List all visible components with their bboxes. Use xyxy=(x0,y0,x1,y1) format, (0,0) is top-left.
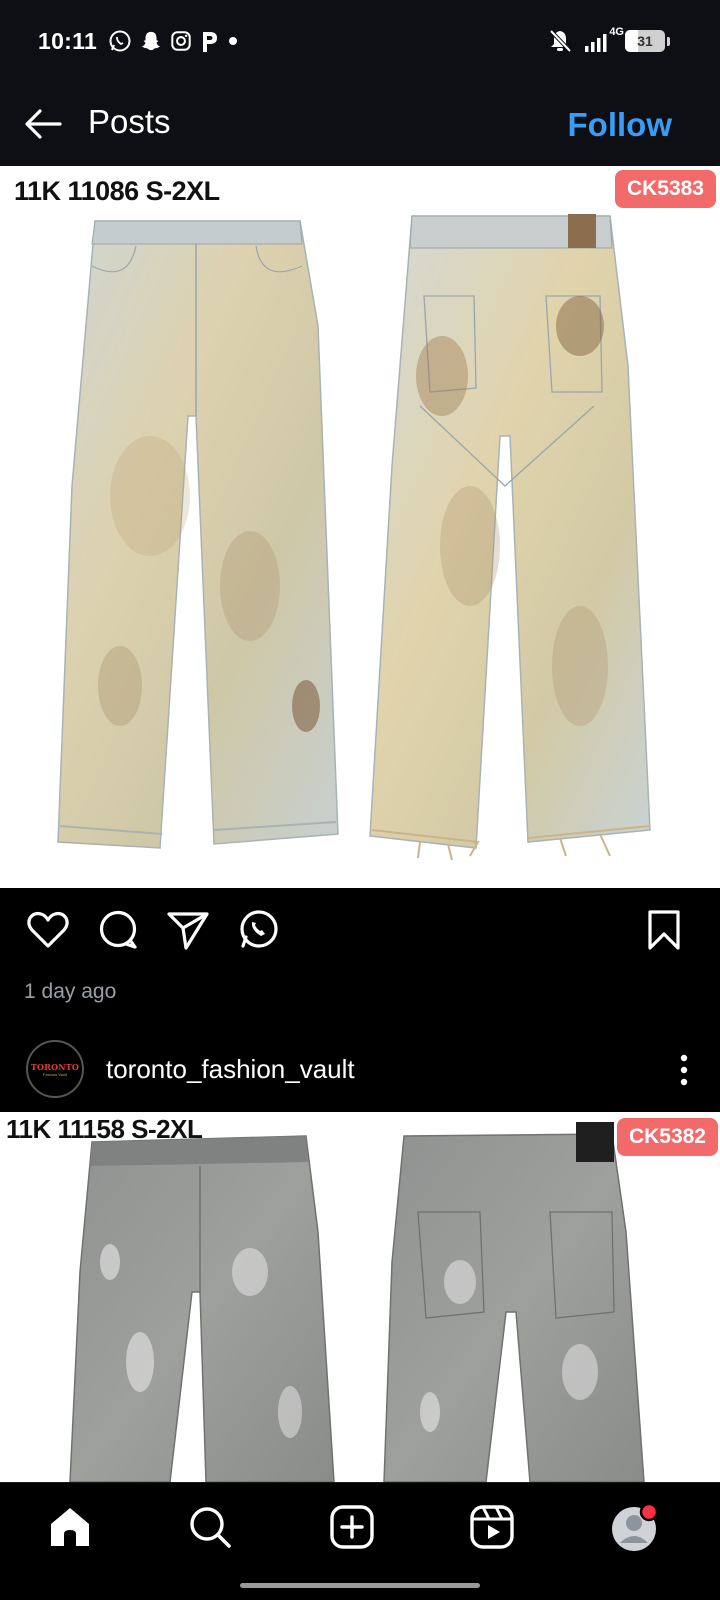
whatsapp-icon[interactable] xyxy=(234,906,282,954)
page-title: Posts xyxy=(88,103,171,140)
jeans-photo-2 xyxy=(69,1122,645,1482)
nav-create[interactable] xyxy=(326,1501,378,1553)
snapchat-icon xyxy=(141,31,161,51)
post-actions xyxy=(0,888,720,970)
bookmark-icon[interactable] xyxy=(640,906,688,954)
home-indicator[interactable] xyxy=(240,1583,480,1588)
more-options-icon[interactable] xyxy=(674,1050,694,1090)
home-icon xyxy=(51,1508,89,1546)
battery-level: 31 xyxy=(637,33,653,49)
network-type: 4G xyxy=(609,26,624,38)
nav-search[interactable] xyxy=(184,1501,236,1553)
whatsapp-icon xyxy=(109,30,131,52)
post-timestamp: 1 day ago xyxy=(24,980,117,1003)
post-caption-code-2: 11K 11158 S-2XL xyxy=(6,1114,203,1144)
nav-reels[interactable] xyxy=(466,1501,518,1553)
share-icon[interactable] xyxy=(164,906,212,954)
status-time: 10:11 xyxy=(38,28,98,54)
post-author-row: TORONTO Fashion Vault toronto_fashion_va… xyxy=(0,1030,720,1110)
post-image-2[interactable]: 11K 11158 S-2XL CK5382 xyxy=(0,1112,720,1482)
profile-icon xyxy=(612,1502,659,1551)
post-image[interactable]: 11K 11086 S-2XL CK5383 xyxy=(0,166,720,888)
comment-icon[interactable] xyxy=(94,906,142,954)
jeans-photo xyxy=(57,214,651,861)
battery-icon: 31 xyxy=(625,30,665,52)
avatar-logo-subtext: Fashion Vault xyxy=(42,1071,68,1077)
bell-off-icon xyxy=(549,29,571,53)
avatar-logo-text: TORONTO xyxy=(30,1061,80,1072)
pinterest-icon xyxy=(203,32,217,52)
dot-icon xyxy=(229,37,237,45)
status-bar: 10:11 31 4G xyxy=(0,0,720,82)
search-icon xyxy=(190,1507,231,1548)
bottom-navigation xyxy=(0,1482,720,1570)
notification-icons xyxy=(108,28,238,54)
nav-profile[interactable] xyxy=(608,1501,660,1553)
product-tag-2: CK5382 xyxy=(616,1118,718,1156)
back-arrow-icon[interactable] xyxy=(22,102,66,146)
follow-button[interactable]: Follow xyxy=(568,106,672,144)
heart-icon[interactable] xyxy=(24,906,72,954)
username[interactable]: toronto_fashion_vault xyxy=(106,1054,355,1085)
nav-home[interactable] xyxy=(44,1501,96,1553)
reels-icon xyxy=(470,1505,514,1549)
post-caption-code: 11K 11086 S-2XL xyxy=(14,176,220,206)
product-tag: CK5383 xyxy=(614,170,716,208)
avatar[interactable]: TORONTO Fashion Vault xyxy=(26,1040,84,1098)
battery-cap xyxy=(667,36,670,46)
top-app-bar: Posts Follow xyxy=(0,82,720,166)
create-icon xyxy=(330,1505,374,1549)
instagram-icon xyxy=(171,31,191,51)
